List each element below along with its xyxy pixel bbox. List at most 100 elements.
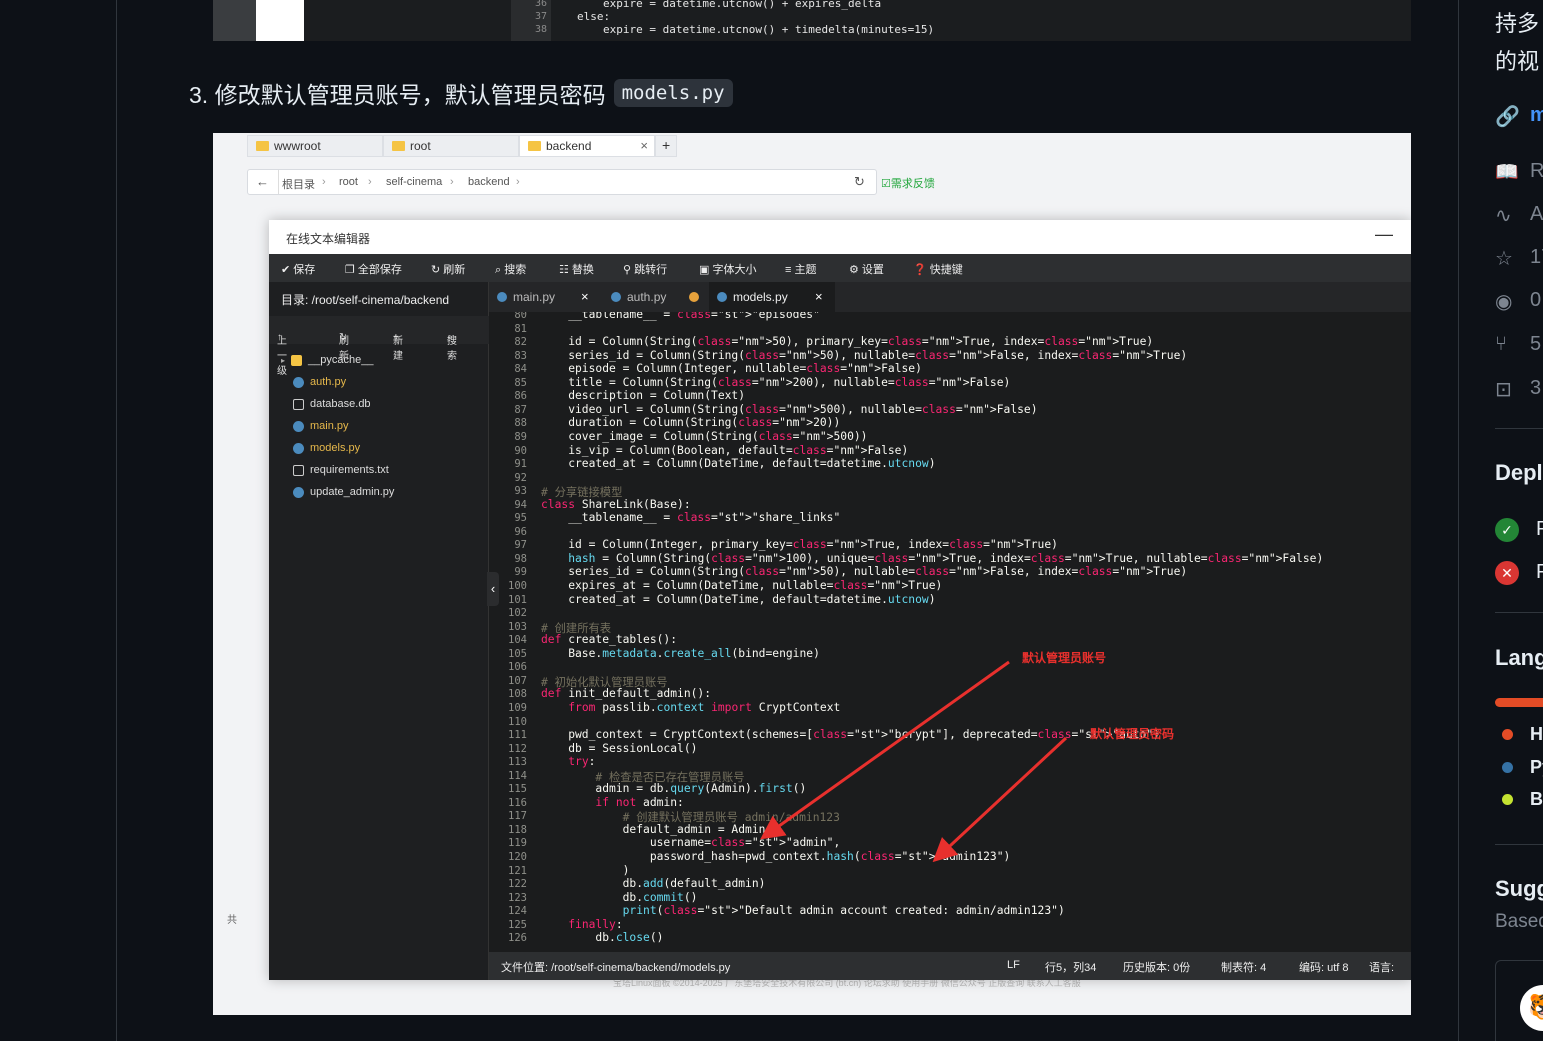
- language-item[interactable]: Py: [1530, 757, 1543, 778]
- breadcrumb-item[interactable]: root: [339, 176, 358, 188]
- theme-button[interactable]: ≡ 主题: [785, 261, 816, 277]
- language-item[interactable]: H: [1530, 724, 1543, 745]
- deployments-heading[interactable]: Depl: [1495, 460, 1543, 486]
- address-bar[interactable]: ← 根目录 › root › self-cinema › backend › ↻: [247, 169, 877, 195]
- code-line: default_admin = Admin(: [541, 822, 773, 836]
- text-editor-modal: 在线文本编辑器 — ✔ 保存 ❐ 全部保存 ↻ 刷新 ⌕ 搜索 ☷ 替换 ⚲ 跳…: [269, 220, 1411, 980]
- line-number: 91: [514, 458, 527, 471]
- divider: [1495, 612, 1543, 613]
- file-item-update-admin[interactable]: update_admin.py: [293, 486, 394, 498]
- language-bar: [1495, 698, 1543, 707]
- status-bar: 文件位置: /root/self-cinema/backend/models.p…: [489, 952, 1411, 980]
- history-versions[interactable]: 历史版本: 0份: [1123, 959, 1190, 975]
- report-link[interactable]: 3: [1530, 377, 1541, 400]
- code-line: episode = Column(Integer, nullable=class…: [541, 362, 922, 376]
- deployment-item[interactable]: P: [1536, 518, 1543, 541]
- activity-icon: ∿: [1495, 205, 1512, 227]
- forks-count[interactable]: 5: [1530, 333, 1541, 356]
- divider: [1495, 428, 1543, 429]
- activity-link[interactable]: A: [1530, 203, 1543, 226]
- readme-link[interactable]: R: [1530, 160, 1543, 183]
- feedback-link[interactable]: ☑需求反馈: [881, 175, 935, 191]
- shortcuts-button[interactable]: ❓ 快捷键: [913, 261, 963, 277]
- python-icon: [293, 486, 304, 498]
- code-line: duration = Column(String(class="nm">20)): [541, 416, 841, 430]
- homepage-link[interactable]: m: [1530, 104, 1543, 127]
- python-icon: [293, 442, 304, 454]
- close-icon[interactable]: ×: [815, 289, 823, 304]
- repo-sidebar: 持多 的视 🔗 m 📖 R ∿ A ☆ 17 ◉ 0 ⑂ 5 ⊡ 3 Depl …: [1460, 0, 1543, 1041]
- modified-dot-icon: [689, 292, 699, 302]
- watchers-count[interactable]: 0: [1530, 289, 1541, 312]
- file-item-auth[interactable]: auth.py: [293, 376, 346, 388]
- chevron-right-icon: ›: [450, 176, 454, 188]
- close-icon[interactable]: ×: [640, 138, 648, 153]
- editor-tab-auth[interactable]: auth.py: [603, 282, 709, 312]
- line-number: 124: [508, 905, 527, 918]
- screenshot-bt-panel: wwwroot root backend × + ← 根目录 › root › s…: [213, 133, 1411, 1015]
- add-tab-button[interactable]: +: [655, 135, 677, 157]
- suggested-heading: Sugg: [1495, 876, 1543, 901]
- breadcrumb-item[interactable]: 根目录: [282, 176, 315, 192]
- file-item-pycache[interactable]: ▸ __pycache__: [281, 354, 373, 366]
- language[interactable]: 语言:: [1369, 959, 1394, 975]
- line-number: 126: [508, 932, 527, 945]
- code-editor[interactable]: 80 81 82 83 84 85 86 87 88 89 90 91 92 93 94 95 96 97 98 99…: [489, 312, 1411, 952]
- encoding[interactable]: 编码: utf 8: [1299, 959, 1349, 975]
- code-line: series_id = Column(String(class="nm">50)…: [541, 348, 1188, 362]
- line-number: 36: [534, 0, 547, 9]
- language-item[interactable]: B: [1530, 789, 1543, 810]
- folder-tab[interactable]: wwwroot: [247, 135, 383, 157]
- save-all-button[interactable]: ❐ 全部保存: [345, 261, 402, 277]
- line-number: 86: [514, 390, 527, 403]
- code-line: id = Column(Integer, primary_key=class="…: [541, 538, 1058, 552]
- file-item-requirements[interactable]: requirements.txt: [293, 464, 389, 476]
- python-icon: [293, 420, 304, 432]
- breadcrumb-item[interactable]: backend: [468, 176, 510, 188]
- folder-tab-active[interactable]: backend ×: [519, 135, 655, 157]
- refresh-icon[interactable]: ↻: [854, 174, 865, 190]
- minimize-button[interactable]: —: [1375, 224, 1393, 245]
- sidebar-toolbar: ↑ 上一级 ↻ 刷新 + 新建 ⌕ 搜索: [269, 316, 489, 377]
- deployment-item[interactable]: P: [1536, 561, 1543, 584]
- line-number: 118: [508, 823, 527, 836]
- eol-indicator[interactable]: LF: [1007, 959, 1020, 971]
- folder-icon: [256, 141, 269, 151]
- line-number: 93: [514, 485, 527, 498]
- line-number: 107: [508, 674, 527, 687]
- python-dot-icon: [1502, 762, 1513, 773]
- fork-icon: ⑂: [1495, 333, 1507, 355]
- line-number: 109: [508, 701, 527, 714]
- file-item-database[interactable]: database.db: [293, 398, 371, 410]
- close-icon[interactable]: ×: [581, 289, 589, 304]
- editor-tab-main[interactable]: main.py ×: [489, 282, 603, 312]
- replace-button[interactable]: ☷ 替换: [559, 261, 594, 277]
- file-item-models[interactable]: models.py: [293, 442, 360, 454]
- readme-panel: 36 expire = datetime.utcnow() + expires_…: [116, 0, 1459, 1041]
- line-number: 115: [508, 783, 527, 796]
- refresh-button[interactable]: ↻ 刷新: [431, 261, 465, 277]
- x-circle-icon: ✕: [1495, 561, 1519, 585]
- folder-tab[interactable]: root: [383, 135, 519, 157]
- batch-dot-icon: [1502, 794, 1513, 805]
- collapse-sidebar-button[interactable]: ‹: [487, 572, 499, 606]
- settings-button[interactable]: ⚙ 设置: [849, 261, 884, 277]
- back-arrow-icon[interactable]: ←: [256, 174, 269, 189]
- file-sidebar: 目录: /root/self-cinema/backend ↑ 上一级 ↻ 刷新…: [269, 282, 489, 980]
- search-button[interactable]: ⌕ 搜索: [495, 261, 526, 277]
- font-size-button[interactable]: ▣ 字体大小: [699, 261, 756, 277]
- tab-size[interactable]: 制表符: 4: [1221, 959, 1266, 975]
- breadcrumb-item[interactable]: self-cinema: [386, 176, 442, 188]
- code-line: expire = datetime.utcnow() + timedelta(m…: [603, 23, 935, 36]
- about-text: 的视: [1495, 49, 1540, 74]
- goto-line-button[interactable]: ⚲ 跳转行: [623, 261, 667, 277]
- screenshot-white-panel: [256, 0, 304, 41]
- stars-count[interactable]: 17: [1530, 246, 1543, 269]
- report-icon: ⊡: [1495, 379, 1512, 401]
- code-line: is_vip = Column(Boolean, default=class="…: [541, 443, 909, 457]
- editor-tab-models[interactable]: models.py ×: [709, 282, 835, 312]
- file-item-main[interactable]: main.py: [293, 420, 349, 432]
- gear-icon: ⚙: [849, 264, 862, 276]
- save-button[interactable]: ✔ 保存: [281, 261, 315, 277]
- suggested-subtitle: Based: [1495, 911, 1543, 932]
